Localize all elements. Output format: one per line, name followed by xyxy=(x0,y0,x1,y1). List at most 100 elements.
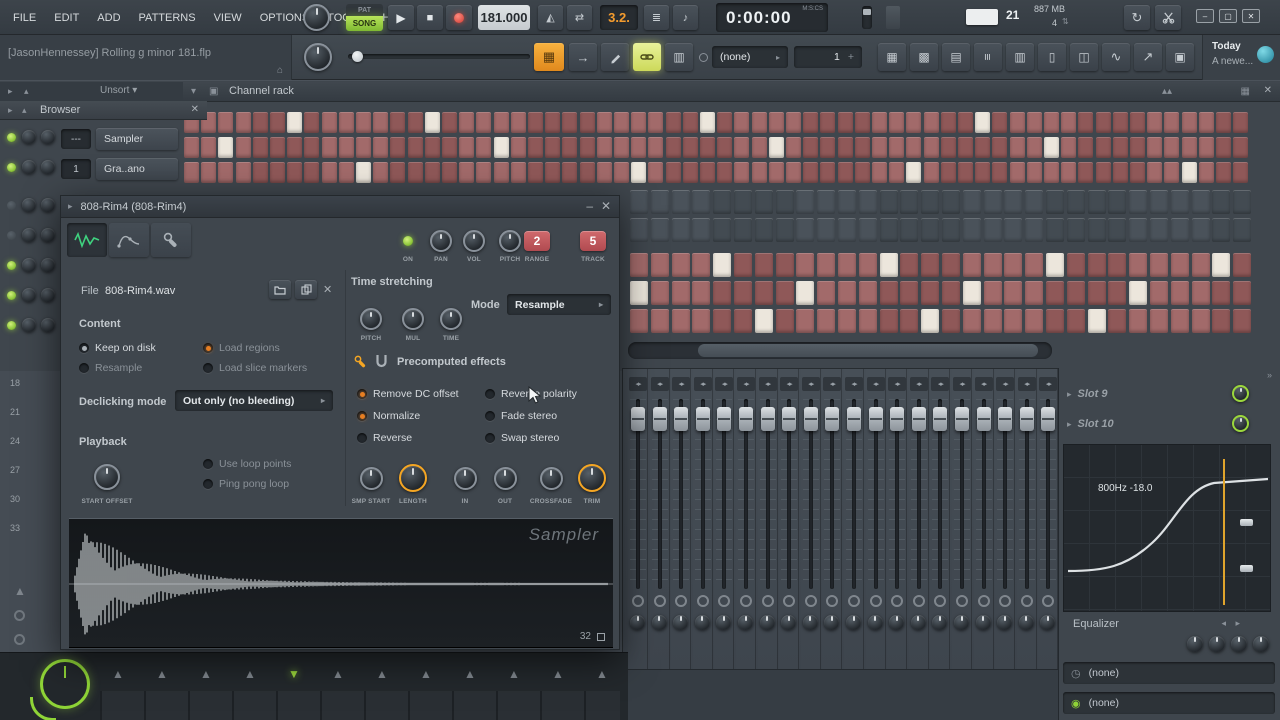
file-name[interactable]: 808-Rim4.wav xyxy=(105,285,175,297)
fader-handle[interactable] xyxy=(868,407,883,431)
mute-ring-icon[interactable] xyxy=(696,595,709,607)
browser-close-icon[interactable]: ✕ xyxy=(191,104,199,115)
strip-knob[interactable] xyxy=(954,615,969,630)
playlist-icon[interactable]: ▦ xyxy=(878,43,906,71)
rack-menu-icon[interactable]: ▾ xyxy=(191,86,196,97)
trim-knob[interactable] xyxy=(578,464,606,492)
eq-gain-handle[interactable] xyxy=(1240,519,1253,526)
deck-arrow[interactable]: ▲ xyxy=(508,667,520,681)
slot-caret-icon[interactable]: ▸ xyxy=(1067,389,1072,400)
draw-tool-button[interactable] xyxy=(601,43,629,71)
pan-control[interactable]: ◂▸ xyxy=(715,377,734,391)
pan-control[interactable]: ◂▸ xyxy=(823,377,842,391)
mixer-icon[interactable]: ≡ xyxy=(974,43,1002,71)
pat-button[interactable]: PAT xyxy=(346,4,383,16)
sampler-close-icon[interactable]: ✕ xyxy=(601,199,611,213)
deck-arrow[interactable]: ▲ xyxy=(112,667,124,681)
fader-handle[interactable] xyxy=(717,407,732,431)
strip-knob[interactable] xyxy=(738,615,753,630)
eq-display[interactable]: 800Hz -18.0 xyxy=(1063,444,1271,612)
fader-handle[interactable] xyxy=(631,407,645,431)
menu-edit[interactable]: EDIT xyxy=(45,12,88,24)
mixer-strip[interactable]: ◂▸ xyxy=(800,369,821,669)
pan-control[interactable]: ◂▸ xyxy=(1039,377,1058,391)
waveform-display[interactable]: Sampler 32 xyxy=(69,518,613,648)
mul-knob[interactable] xyxy=(402,308,424,330)
out-knob[interactable] xyxy=(493,466,517,490)
mute-ring-icon[interactable] xyxy=(783,595,796,607)
mixer-strip[interactable]: ◂▸ xyxy=(692,369,713,669)
magnet-icon[interactable] xyxy=(375,354,388,372)
sampler-caret-icon[interactable]: ▸ xyxy=(68,201,73,212)
radio-ping-pong-loop[interactable] xyxy=(203,479,213,489)
news-globe-icon[interactable] xyxy=(1257,46,1274,63)
pat-song-switch[interactable]: PAT SONG xyxy=(346,4,383,31)
channel-rack-header[interactable]: ▾ ▣ Channel rack ▴▴ ▦ ✕ xyxy=(183,82,1280,102)
sampler-minimize-icon[interactable]: – xyxy=(586,199,593,213)
mute-ring-icon[interactable] xyxy=(912,595,925,607)
option-row[interactable]: Resample xyxy=(79,362,142,374)
deck-arrow[interactable]: ▲ xyxy=(332,667,344,681)
fader-handle[interactable] xyxy=(825,407,840,431)
strip-knob[interactable] xyxy=(910,615,926,630)
eq-next-icon[interactable]: ▸ xyxy=(1235,618,1240,629)
fader-handle[interactable] xyxy=(890,407,905,431)
mute-ring-icon[interactable] xyxy=(804,595,817,607)
stamp-tool-button[interactable]: ▥ xyxy=(665,43,693,71)
fader-handle[interactable] xyxy=(976,407,991,431)
window-minimize-button[interactable]: – xyxy=(1196,9,1214,23)
fader-handle[interactable] xyxy=(652,407,667,431)
mute-ring-icon[interactable] xyxy=(977,595,990,607)
declick-wrench-icon[interactable] xyxy=(353,354,368,372)
mute-ring-icon[interactable] xyxy=(826,595,839,607)
strip-knob[interactable] xyxy=(846,615,861,630)
option-row[interactable]: Swap stereo xyxy=(485,432,559,444)
strip-knob[interactable] xyxy=(997,615,1013,630)
rack-scrollbar[interactable] xyxy=(628,342,1052,359)
main-volume-slider[interactable] xyxy=(348,51,530,62)
option-row[interactable]: Ping pong loop xyxy=(203,478,289,490)
strip-knob[interactable] xyxy=(630,615,645,630)
option-row[interactable]: Use loop points xyxy=(203,458,291,470)
mute-ring-icon[interactable] xyxy=(675,595,688,607)
typing-keyboard-icon[interactable]: ♪ xyxy=(673,5,698,30)
mixer-strip[interactable]: ◂▸ xyxy=(1038,369,1059,669)
mixer-strip[interactable]: ◂▸ xyxy=(995,369,1016,669)
pan-knob[interactable] xyxy=(430,230,452,252)
eq-gain-handle2[interactable] xyxy=(1240,565,1253,572)
pan-control[interactable]: ◂▸ xyxy=(845,377,863,391)
radio-resample[interactable] xyxy=(79,363,89,373)
open-file-button[interactable] xyxy=(269,280,291,299)
cpu-arrows-icon[interactable]: ⇅ xyxy=(1062,17,1069,26)
mixer-strip[interactable]: ◂▸ xyxy=(908,369,929,669)
mute-ring-icon[interactable] xyxy=(891,595,904,607)
smp-start-knob[interactable] xyxy=(359,466,383,490)
pan-control[interactable]: ◂▸ xyxy=(953,377,971,391)
left-dial2-icon[interactable] xyxy=(14,634,25,645)
strip-knob[interactable] xyxy=(802,615,818,630)
eq-band-knob[interactable] xyxy=(1253,636,1269,652)
length-knob[interactable] xyxy=(399,464,427,492)
pan-control[interactable]: ◂▸ xyxy=(629,377,647,391)
master-pitch-knob[interactable] xyxy=(304,43,332,71)
radio-load-slice-markers[interactable] xyxy=(203,363,213,373)
mute-ring-icon[interactable] xyxy=(999,595,1012,607)
tab-sample[interactable] xyxy=(67,223,107,257)
mute-ring-icon[interactable] xyxy=(1042,595,1055,607)
radio-reverse[interactable] xyxy=(357,433,367,443)
mute-ring-icon[interactable] xyxy=(740,595,752,607)
touch-tool-icon[interactable]: ↗ xyxy=(1134,43,1162,71)
mute-ring-icon[interactable] xyxy=(1020,595,1033,607)
time-knob[interactable] xyxy=(440,308,462,330)
pan-control[interactable]: ◂▸ xyxy=(758,377,777,391)
pan-control[interactable]: ◂▸ xyxy=(1017,377,1036,391)
clone-sample-button[interactable] xyxy=(295,280,317,299)
pan-control[interactable]: ◂▸ xyxy=(866,377,885,391)
slot-caret-icon[interactable]: ▸ xyxy=(1067,419,1072,430)
mute-ring-icon[interactable] xyxy=(869,595,882,607)
fader-handle[interactable] xyxy=(955,407,969,431)
option-row[interactable]: Fade stereo xyxy=(485,410,557,422)
range-display[interactable]: 2 xyxy=(524,231,550,251)
deck-arrow[interactable]: ▲ xyxy=(552,667,564,681)
strip-knob[interactable] xyxy=(867,615,883,630)
